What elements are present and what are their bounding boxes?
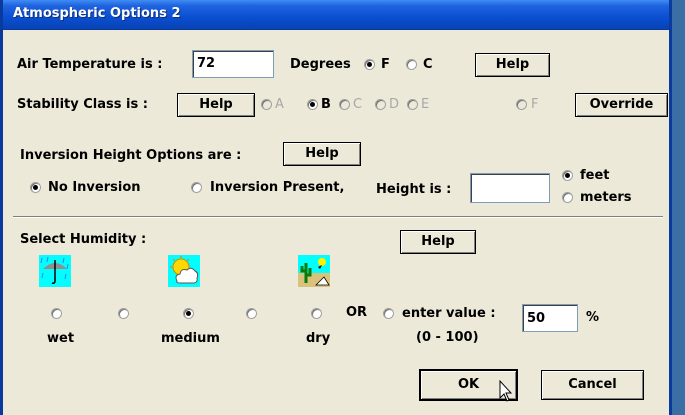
inversion-present-label: Inversion Present, — [210, 180, 345, 195]
fahrenheit-radio[interactable] — [364, 59, 375, 70]
override-button[interactable]: Override — [575, 93, 668, 117]
fahrenheit-label: F — [381, 57, 390, 72]
stability-radio-a[interactable] — [261, 99, 272, 110]
stability-radio-c[interactable] — [339, 99, 350, 110]
stability-radio-e[interactable] — [407, 99, 418, 110]
mouse-cursor-icon — [499, 380, 513, 402]
enter-value-label: enter value : — [402, 306, 496, 321]
air-temp-input[interactable]: 72 — [192, 50, 274, 78]
no-inversion-radio[interactable] — [30, 182, 41, 193]
title-bar[interactable]: Atmospheric Options 2 — [3, 0, 669, 30]
cancel-button[interactable]: Cancel — [541, 370, 644, 400]
stability-radio-b[interactable] — [307, 99, 318, 110]
humidity-radio-2[interactable] — [118, 308, 129, 319]
humidity-radio-enter-value[interactable] — [383, 308, 394, 319]
feet-radio[interactable] — [562, 170, 573, 181]
height-input[interactable] — [470, 173, 550, 203]
humidity-radio-medium[interactable] — [183, 308, 194, 319]
sun-cloud-icon — [168, 255, 200, 287]
dry-label: dry — [306, 331, 331, 346]
humidity-radio-wet[interactable] — [51, 308, 62, 319]
stability-label-a: A — [275, 97, 284, 112]
stability-label: Stability Class is : — [17, 97, 148, 112]
height-label: Height is : — [376, 182, 452, 197]
humidity-label: Select Humidity : — [20, 232, 147, 247]
inversion-help-button[interactable]: Help — [283, 142, 361, 166]
feet-label: feet — [580, 168, 610, 183]
dialog-window: Atmospheric Options 2 Air Temperature is… — [0, 0, 672, 415]
desert-cactus-icon — [298, 255, 330, 287]
or-label: OR — [346, 305, 368, 320]
air-temp-label: Air Temperature is : — [17, 57, 163, 72]
stability-label-c: C — [353, 97, 363, 112]
window-title: Atmospheric Options 2 — [13, 6, 181, 21]
stability-radio-f[interactable] — [516, 99, 527, 110]
stability-label-f: F — [531, 97, 539, 112]
degrees-label: Degrees — [290, 57, 351, 72]
humidity-radio-4[interactable] — [246, 308, 257, 319]
medium-label: medium — [161, 331, 220, 346]
range-label: (0 - 100) — [416, 330, 479, 345]
celsius-label: C — [423, 57, 433, 72]
stability-label-b: B — [321, 97, 331, 112]
umbrella-rain-icon — [39, 255, 71, 287]
humidity-help-button[interactable]: Help — [400, 230, 476, 254]
stability-label-e: E — [421, 97, 430, 112]
percent-label: % — [586, 310, 600, 325]
stability-label-d: D — [389, 97, 400, 112]
meters-label: meters — [580, 190, 632, 205]
air-help-button[interactable]: Help — [475, 53, 550, 77]
stability-radio-d[interactable] — [375, 99, 386, 110]
celsius-radio[interactable] — [406, 59, 417, 70]
humidity-value-input[interactable]: 50 — [522, 304, 578, 332]
wet-label: wet — [47, 331, 75, 346]
no-inversion-label: No Inversion — [48, 180, 141, 195]
inversion-label: Inversion Height Options are : — [20, 148, 242, 163]
stability-help-button[interactable]: Help — [177, 93, 255, 117]
inversion-present-radio[interactable] — [191, 182, 202, 193]
humidity-radio-dry[interactable] — [311, 308, 322, 319]
meters-radio[interactable] — [562, 192, 573, 203]
separator — [13, 216, 663, 218]
